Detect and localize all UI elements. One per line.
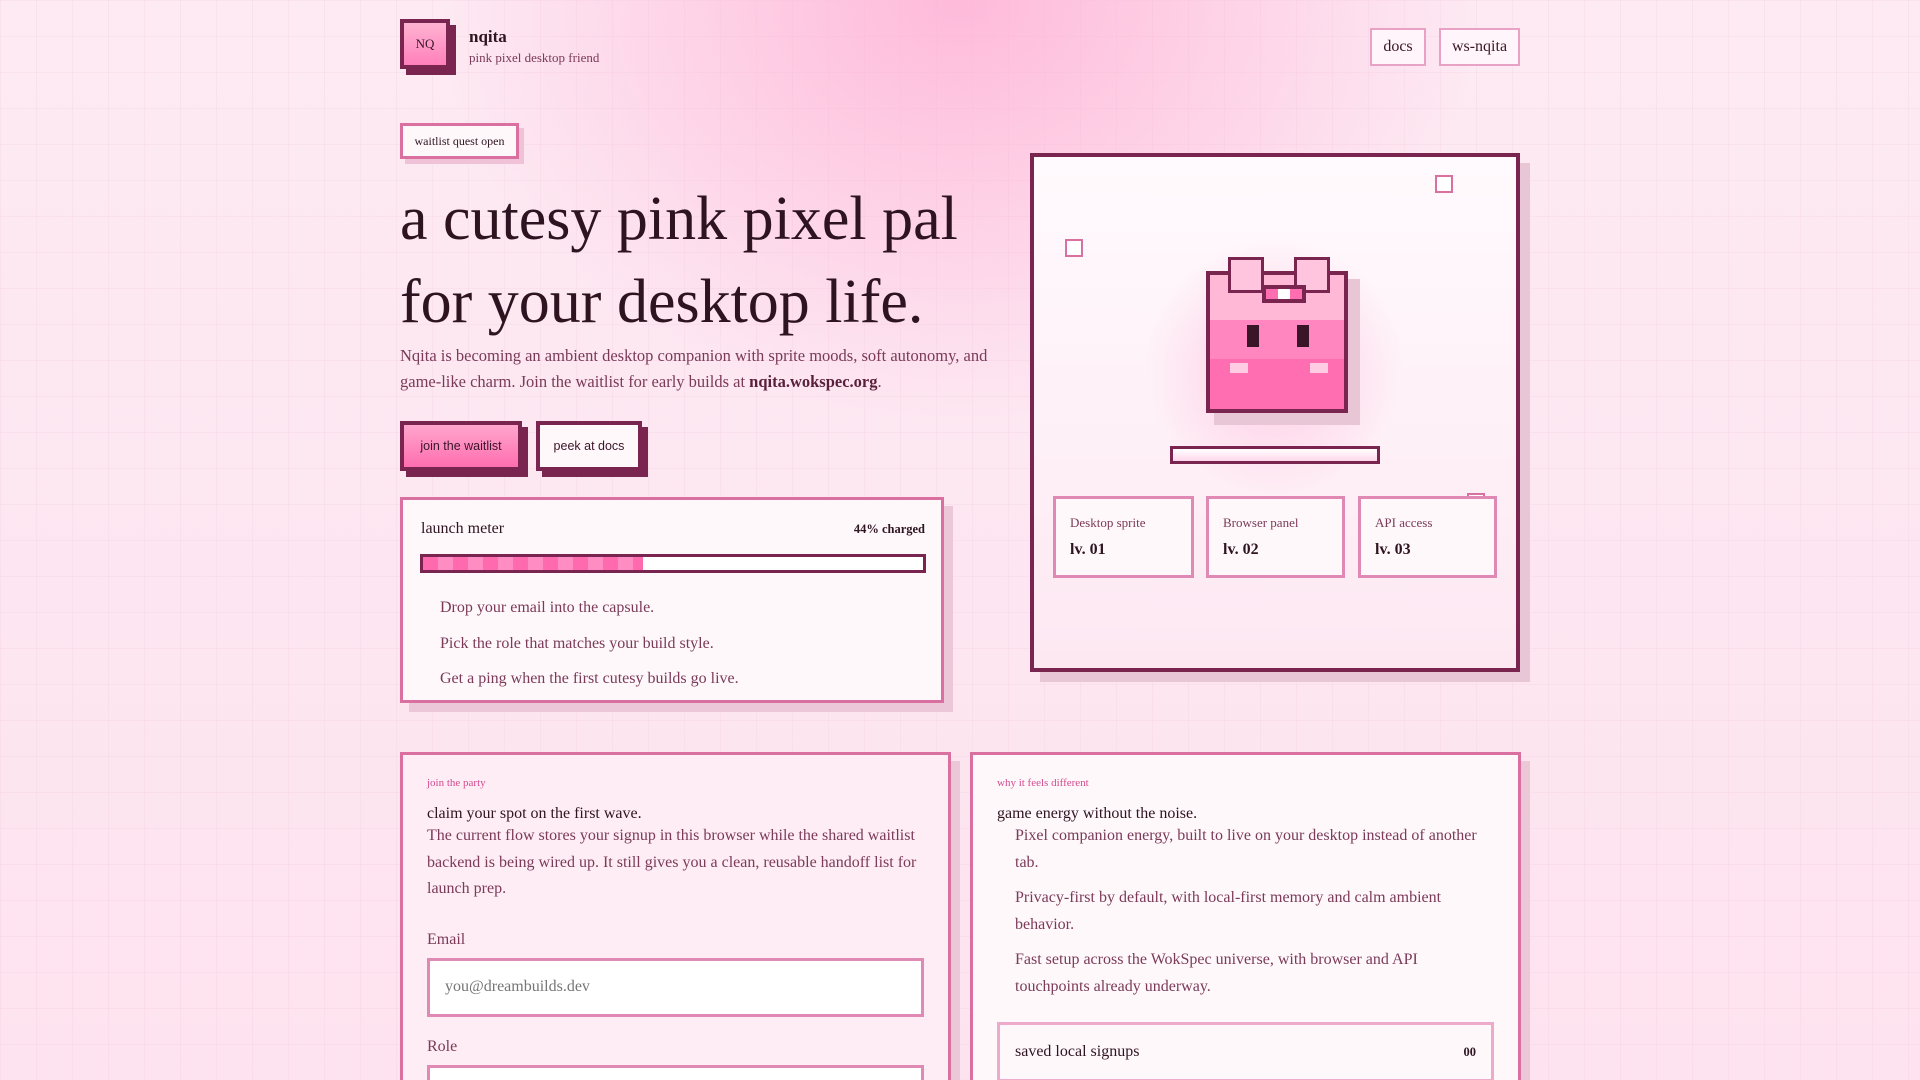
sparkle-icon — [1435, 175, 1453, 193]
email-label: Email — [427, 930, 466, 948]
page-title: a cutesy pink pixel pal for your desktop … — [400, 178, 958, 344]
logo-text: NQ — [415, 36, 435, 51]
email-input[interactable] — [427, 957, 924, 1017]
join-title: claim your spot on the first wave. — [427, 805, 642, 822]
sprite-panel: Desktop sprite lv. 01 Browser panel lv. 02… — [1030, 153, 1520, 672]
launch-meter-card: launch meter 44% charged Drop your email… — [400, 497, 944, 703]
brand-title: nqita — [469, 27, 507, 46]
feature-card: API access lv. 03 — [1358, 496, 1497, 578]
lead-text: Nqita is becoming an ambient desktop com… — [400, 346, 988, 391]
nav-ws-nqita-link[interactable]: ws-nqita — [1439, 28, 1520, 66]
lead-end: . — [877, 372, 882, 391]
why-point: Pixel companion energy, built to live on… — [1015, 827, 1477, 871]
why-point: Fast setup across the WokSpec universe, … — [1015, 951, 1418, 995]
saved-count: 00 — [1463, 1044, 1477, 1059]
headline-line-2: for your desktop life. — [400, 268, 924, 336]
role-label: Role — [427, 1037, 458, 1055]
feature-card: Browser panel lv. 02 — [1206, 496, 1345, 578]
lead-paragraph: Nqita is becoming an ambient desktop com… — [400, 343, 990, 395]
saved-label: saved local signups — [1015, 1043, 1140, 1060]
meter-value: 44% charged — [853, 522, 925, 536]
why-eyebrow: why it feels different — [997, 777, 1089, 789]
nqita-sprite-icon — [1206, 257, 1360, 425]
headline-line-1: a cutesy pink pixel pal — [400, 185, 958, 253]
progress-fill — [423, 557, 643, 570]
why-points: Pixel companion energy, built to live on… — [997, 823, 1494, 1000]
meter-title: launch meter — [421, 520, 505, 537]
steps-list: Drop your email into the capsule. Pick t… — [440, 590, 739, 697]
step-item: Get a ping when the first cutesy builds … — [440, 670, 739, 687]
status-badge: waitlist quest open — [400, 123, 519, 159]
saved-signups-box: saved local signups 00 — [997, 1022, 1494, 1080]
join-eyebrow: join the party — [427, 777, 486, 789]
feature-label: Desktop sprite — [1070, 515, 1146, 530]
feature-level: lv. 02 — [1223, 541, 1259, 558]
why-card: why it feels different game energy witho… — [970, 752, 1521, 1080]
join-card: join the party claim your spot on the fi… — [400, 752, 951, 1080]
feature-label: Browser panel — [1223, 515, 1299, 530]
logo[interactable]: NQ — [400, 19, 450, 69]
feature-label: API access — [1375, 515, 1433, 530]
feature-card: Desktop sprite lv. 01 — [1053, 496, 1194, 578]
launch-progress-bar — [420, 554, 926, 573]
step-item: Drop your email into the capsule. — [440, 599, 655, 616]
nav-docs-link[interactable]: docs — [1370, 28, 1426, 66]
brand-subtitle: pink pixel desktop friend — [469, 50, 600, 65]
feature-level: lv. 01 — [1070, 541, 1106, 558]
join-text: The current flow stores your signup in t… — [427, 827, 917, 897]
join-waitlist-button[interactable]: join the waitlist — [400, 421, 522, 471]
sprite-shadow-bar — [1170, 446, 1380, 464]
feature-level: lv. 03 — [1375, 541, 1411, 558]
peek-docs-button[interactable]: peek at docs — [536, 421, 642, 471]
site-link[interactable]: nqita.wokspec.org — [749, 372, 877, 391]
step-item: Pick the role that matches your build st… — [440, 634, 714, 652]
role-select[interactable] — [427, 1064, 924, 1080]
why-title: game energy without the noise. — [997, 805, 1198, 822]
why-point: Privacy-first by default, with local-fir… — [1015, 889, 1442, 933]
sparkle-icon — [1065, 239, 1083, 257]
